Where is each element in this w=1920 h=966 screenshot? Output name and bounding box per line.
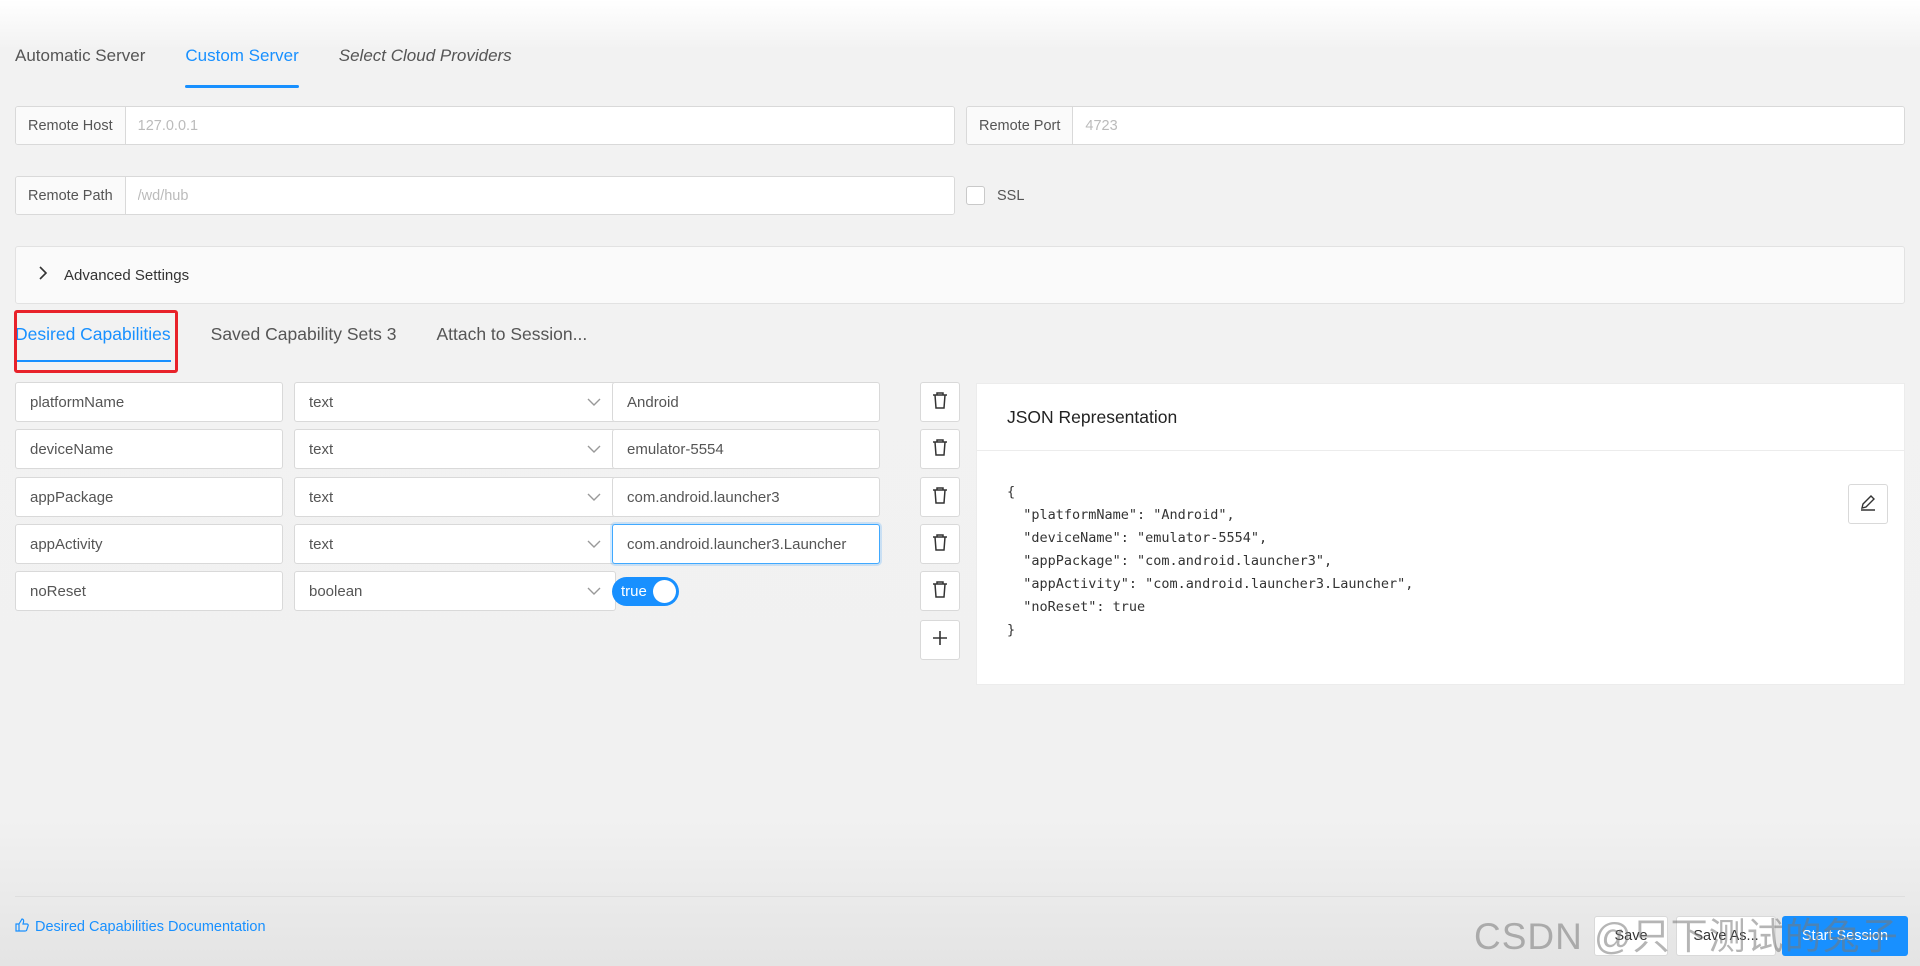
chevron-down-icon xyxy=(587,536,601,553)
desired-capabilities-docs-link[interactable]: Desired Capabilities Documentation xyxy=(15,918,266,936)
server-tabs: Automatic Server Custom Server Select Cl… xyxy=(15,46,512,88)
trash-icon xyxy=(932,580,948,603)
chevron-right-icon xyxy=(38,266,48,284)
capability-type-value: boolean xyxy=(309,582,363,600)
capability-type-select[interactable]: text xyxy=(294,429,616,469)
capability-tabs: Desired Capabilities Saved Capability Se… xyxy=(15,324,587,362)
remote-path-group: Remote Path xyxy=(15,176,955,215)
capability-type-select[interactable]: boolean xyxy=(294,571,616,611)
delete-capability-button[interactable] xyxy=(920,524,960,564)
capability-type-value: text xyxy=(309,488,334,506)
capability-type-select[interactable]: text xyxy=(294,524,616,564)
advanced-settings-panel[interactable]: Advanced Settings xyxy=(15,246,1905,304)
capability-row: noReset boolean true xyxy=(15,571,960,611)
capability-row: appPackage text com.android.launcher3 xyxy=(15,477,960,517)
json-panel-title: JSON Representation xyxy=(977,384,1904,451)
save-button[interactable]: Save xyxy=(1594,916,1668,956)
capability-type-value: text xyxy=(309,440,334,458)
capability-type-select[interactable]: text xyxy=(294,382,616,422)
delete-capability-button[interactable] xyxy=(920,382,960,422)
json-code: { "platformName": "Android", "deviceName… xyxy=(1007,484,1414,638)
json-representation-panel: JSON Representation { "platformName": "A… xyxy=(976,383,1905,685)
trash-icon xyxy=(932,533,948,556)
remote-host-input[interactable] xyxy=(125,107,954,144)
capability-row: deviceName text emulator-5554 xyxy=(15,429,960,469)
capability-name-input[interactable]: appPackage xyxy=(15,477,283,517)
boolean-toggle-switch[interactable]: true xyxy=(612,576,679,606)
edit-json-button[interactable] xyxy=(1848,484,1888,524)
tab-saved-capability-sets[interactable]: Saved Capability Sets 3 xyxy=(211,324,397,362)
add-capability-button[interactable] xyxy=(920,620,960,660)
remote-port-group: Remote Port xyxy=(966,106,1905,145)
start-session-button[interactable]: Start Session xyxy=(1782,916,1908,956)
plus-icon xyxy=(932,630,948,651)
ssl-checkbox-group[interactable]: SSL xyxy=(966,186,1024,205)
remote-path-input[interactable] xyxy=(125,177,954,214)
trash-icon xyxy=(932,486,948,509)
capability-value-input[interactable]: Android xyxy=(612,382,880,422)
tab-custom-server[interactable]: Custom Server xyxy=(185,46,300,88)
trash-icon xyxy=(932,438,948,461)
ssl-checkbox[interactable] xyxy=(966,186,985,205)
remote-host-label: Remote Host xyxy=(16,107,126,144)
capability-name-input[interactable]: appActivity xyxy=(15,524,283,564)
trash-icon xyxy=(932,391,948,414)
capability-type-value: text xyxy=(309,393,334,411)
chevron-down-icon xyxy=(587,441,601,458)
tab-automatic-server[interactable]: Automatic Server xyxy=(15,46,145,86)
remote-port-label: Remote Port xyxy=(967,107,1074,144)
footer-divider xyxy=(15,896,1905,897)
capability-value-cell: true xyxy=(612,571,880,611)
tab-desired-capabilities[interactable]: Desired Capabilities xyxy=(15,324,171,362)
delete-capability-button[interactable] xyxy=(920,429,960,469)
capability-type-value: text xyxy=(309,535,334,553)
delete-capability-button[interactable] xyxy=(920,477,960,517)
capability-name-input[interactable]: noReset xyxy=(15,571,283,611)
tab-attach-to-session[interactable]: Attach to Session... xyxy=(436,324,587,362)
remote-host-group: Remote Host xyxy=(15,106,955,145)
docs-link-label: Desired Capabilities Documentation xyxy=(35,919,266,935)
chevron-down-icon xyxy=(587,394,601,411)
capability-value-input[interactable]: com.android.launcher3 xyxy=(612,477,880,517)
capability-row: platformName text Android xyxy=(15,382,960,422)
capability-name-input[interactable]: platformName xyxy=(15,382,283,422)
chevron-down-icon xyxy=(587,583,601,600)
save-as-button[interactable]: Save As... xyxy=(1676,916,1776,956)
remote-port-input[interactable] xyxy=(1073,107,1904,144)
capability-name-input[interactable]: deviceName xyxy=(15,429,283,469)
capability-value-input[interactable]: emulator-5554 xyxy=(612,429,880,469)
remote-path-label: Remote Path xyxy=(16,177,126,214)
capability-value-input[interactable]: com.android.launcher3.Launcher xyxy=(612,524,880,564)
pencil-icon xyxy=(1859,493,1877,516)
toggle-label: true xyxy=(621,582,647,600)
capability-row: appActivity text com.android.launcher3.L… xyxy=(15,524,960,564)
chevron-down-icon xyxy=(587,489,601,506)
ssl-label: SSL xyxy=(997,187,1025,204)
tab-select-cloud-providers[interactable]: Select Cloud Providers xyxy=(339,46,512,86)
advanced-settings-label: Advanced Settings xyxy=(64,266,190,284)
toggle-knob xyxy=(653,579,676,603)
delete-capability-button[interactable] xyxy=(920,571,960,611)
capability-type-select[interactable]: text xyxy=(294,477,616,517)
thumbs-up-icon xyxy=(15,918,29,936)
